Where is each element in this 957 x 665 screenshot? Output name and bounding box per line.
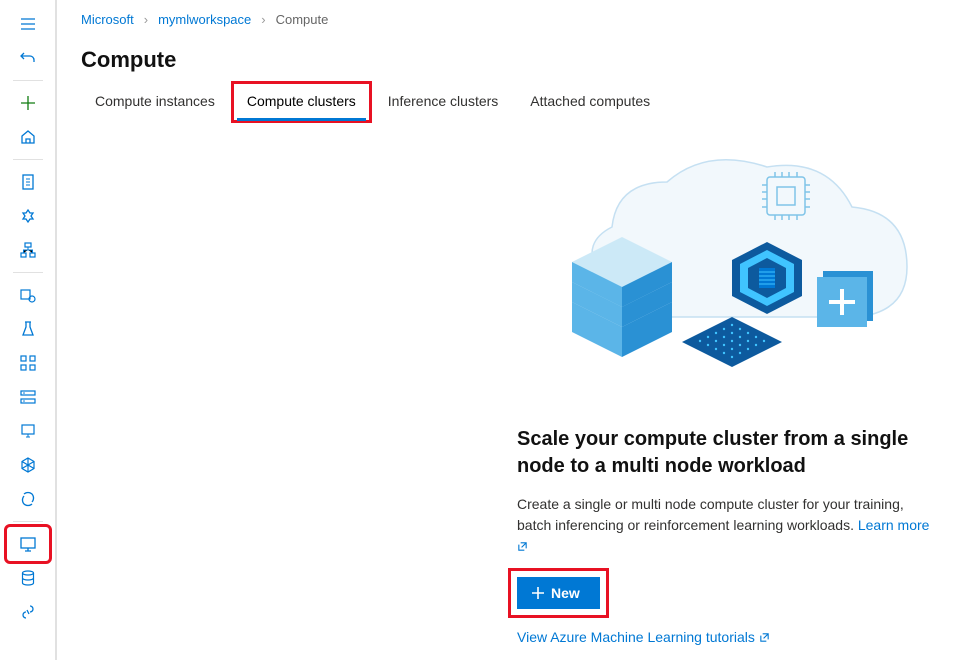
breadcrumb-link[interactable]: Microsoft: [81, 12, 134, 27]
chevron-right-icon: ›: [261, 12, 265, 27]
designer-icon[interactable]: [8, 234, 48, 266]
hamburger-menu-icon[interactable]: [8, 8, 48, 40]
undo-icon[interactable]: [8, 42, 48, 74]
chevron-right-icon: ›: [144, 12, 148, 27]
breadcrumb-current: Compute: [276, 12, 329, 27]
automl-icon[interactable]: [8, 200, 48, 232]
tutorials-link[interactable]: View Azure Machine Learning tutorials: [517, 629, 770, 645]
subtext-body: Create a single or multi node compute cl…: [517, 496, 904, 533]
empty-state: Scale your compute cluster from a single…: [57, 122, 957, 665]
breadcrumb-link[interactable]: mymlworkspace: [158, 12, 251, 27]
main-content: Microsoft › mymlworkspace › Compute Comp…: [56, 0, 957, 660]
pipelines-icon[interactable]: [8, 347, 48, 379]
new-button-highlight: New: [517, 577, 600, 609]
models-icon[interactable]: [8, 381, 48, 413]
illustration-cloud-compute: [507, 142, 927, 402]
notebook-icon[interactable]: [8, 166, 48, 198]
breadcrumb: Microsoft › mymlworkspace › Compute: [57, 0, 957, 33]
plus-icon[interactable]: [8, 87, 48, 119]
empty-state-subtext: Create a single or multi node compute cl…: [517, 494, 933, 557]
data-labeling-icon[interactable]: [8, 483, 48, 515]
linked-services-icon[interactable]: [8, 596, 48, 628]
new-button[interactable]: New: [517, 577, 600, 609]
tab-attached-computes[interactable]: Attached computes: [516, 83, 664, 121]
plus-icon: [531, 586, 545, 600]
sidebar-divider: [13, 159, 43, 160]
experiments-icon[interactable]: [8, 313, 48, 345]
page-title: Compute: [57, 33, 957, 83]
empty-state-headline: Scale your compute cluster from a single…: [517, 426, 933, 480]
sidebar-divider: [13, 80, 43, 81]
datastores-icon[interactable]: [8, 562, 48, 594]
tabs: Compute instances Compute clusters Infer…: [57, 83, 957, 122]
sidebar-divider: [13, 521, 43, 522]
datasets-icon[interactable]: [8, 279, 48, 311]
endpoints-icon[interactable]: [8, 415, 48, 447]
sidebar-divider: [13, 272, 43, 273]
new-button-label: New: [551, 585, 580, 601]
home-icon[interactable]: [8, 121, 48, 153]
tab-compute-instances[interactable]: Compute instances: [81, 83, 229, 121]
tab-compute-clusters[interactable]: Compute clusters: [233, 83, 370, 121]
sidebar: [0, 0, 56, 660]
compute-icon[interactable]: [8, 528, 48, 560]
environments-icon[interactable]: [8, 449, 48, 481]
tab-inference-clusters[interactable]: Inference clusters: [374, 83, 513, 121]
